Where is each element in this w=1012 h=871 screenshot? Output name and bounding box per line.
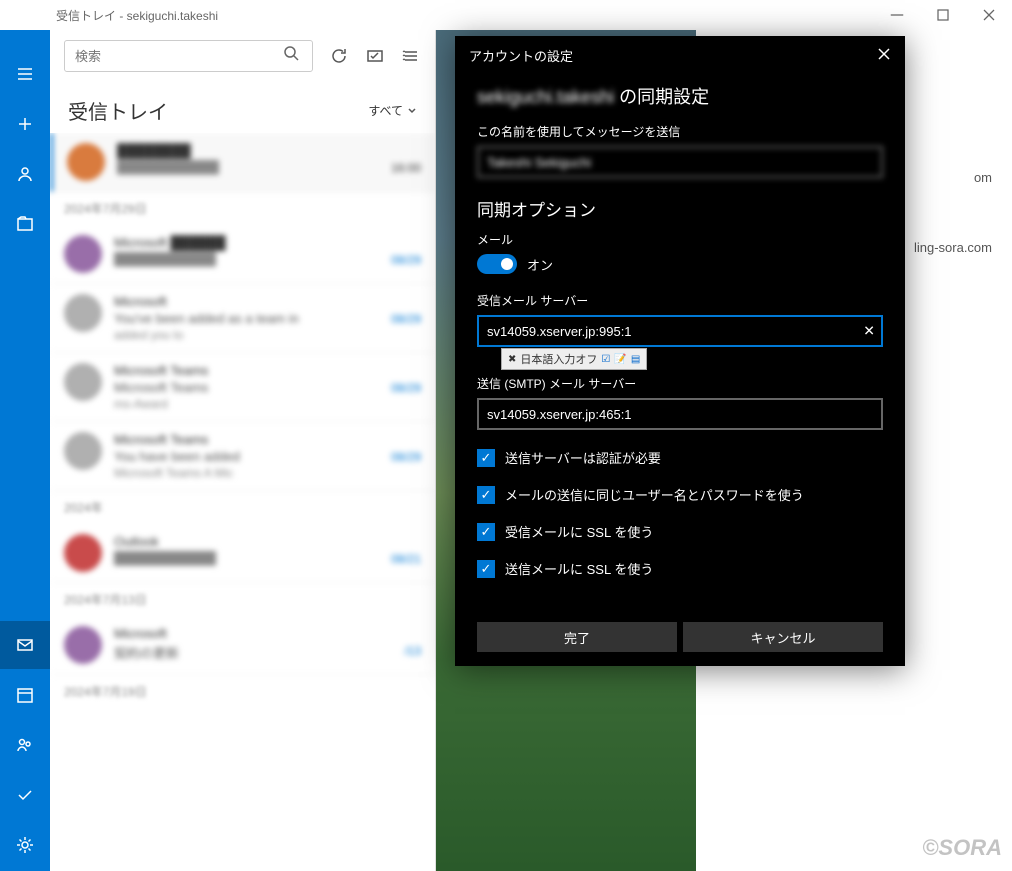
mail-item[interactable]: Outlook ████████████ 08/21 [50, 524, 435, 583]
incoming-server-input[interactable] [477, 315, 883, 347]
mail-date: /13 [404, 644, 421, 658]
refresh-icon[interactable] [329, 46, 349, 66]
check-outgoing-ssl[interactable]: ✓ 送信メールに SSL を使う [477, 559, 883, 578]
account-settings-dialog: アカウントの設定 sekiguchi.takeshi の同期設定 この名前を使用… [455, 36, 905, 666]
checkbox-icon: ✓ [477, 486, 495, 504]
sync-settings-title: sekiguchi.takeshi の同期設定 [477, 83, 883, 109]
mail-item[interactable]: Microsoft Teams Microsoft Teams ms-Award… [50, 353, 435, 422]
mail-items: ████████ ████████████ 16:00 2024年7月29日 M… [50, 133, 435, 871]
mail-toolbar [50, 30, 435, 82]
minimize-button[interactable] [874, 0, 920, 30]
menu-icon[interactable] [0, 50, 50, 98]
done-button[interactable]: 完了 [477, 622, 677, 652]
window-title: 受信トレイ - sekiguchi.takeshi [56, 7, 874, 24]
mail-date: 08/21 [391, 552, 421, 566]
cancel-button[interactable]: キャンセル [683, 622, 883, 652]
folder-title: 受信トレイ [68, 96, 368, 125]
date-header: 2024年7月13日 [50, 583, 435, 616]
toggle-state-label: オン [527, 255, 553, 274]
avatar [67, 143, 105, 181]
avatar [64, 534, 102, 572]
mail-item[interactable]: Microsoft 契約の更新 /13 [50, 616, 435, 675]
filter-dropdown[interactable]: すべて [368, 102, 417, 119]
check-label: 受信メールに SSL を使う [505, 522, 653, 541]
checkbox-icon: ✓ [477, 523, 495, 541]
ime-checkbox-icon: ☑ [601, 354, 610, 365]
display-name-input[interactable] [477, 146, 883, 178]
ime-x-icon: ✖ [508, 354, 516, 365]
dialog-buttons: 完了 キャンセル [455, 622, 905, 666]
mail-item[interactable]: Microsoft Teams You have been added Micr… [50, 422, 435, 491]
mail-date: 08/29 [391, 450, 421, 464]
incoming-server-label: 受信メール サーバー [477, 292, 883, 309]
mail-date: 08/29 [391, 253, 421, 267]
outgoing-server-input[interactable] [477, 398, 883, 430]
todo-icon[interactable] [0, 771, 50, 819]
preview-text: om [974, 170, 992, 185]
select-icon[interactable] [365, 46, 385, 66]
name-label: この名前を使用してメッセージを送信 [477, 123, 883, 140]
dialog-title: アカウントの設定 [469, 46, 877, 65]
ime-list-icon: ▤ [631, 354, 640, 365]
check-incoming-ssl[interactable]: ✓ 受信メールに SSL を使う [477, 522, 883, 541]
ime-note-icon: 📝 [614, 354, 626, 365]
check-label: メールの送信に同じユーザー名とパスワードを使う [505, 485, 804, 504]
checkbox-icon: ✓ [477, 449, 495, 467]
mail-date: 08/29 [391, 312, 421, 326]
checkbox-icon: ✓ [477, 560, 495, 578]
clear-input-icon[interactable]: ✕ [863, 323, 875, 340]
check-auth-required[interactable]: ✓ 送信サーバーは認証が必要 [477, 448, 883, 467]
search-box[interactable] [64, 40, 313, 72]
avatar [64, 294, 102, 332]
date-header: 2024年 [50, 491, 435, 524]
sidebar [0, 30, 50, 871]
preview-text: ling-sora.com [914, 240, 992, 255]
close-button[interactable] [966, 0, 1012, 30]
mail-toggle[interactable] [477, 254, 517, 274]
folder-header: 受信トレイ すべて [50, 82, 435, 133]
mail-date: 08/29 [391, 381, 421, 395]
mail-list-pane: 受信トレイ すべて ████████ ████████████ 16:00 20… [50, 30, 436, 871]
check-same-credentials[interactable]: ✓ メールの送信に同じユーザー名とパスワードを使う [477, 485, 883, 504]
mail-item[interactable]: ████████ ████████████ 16:00 [50, 133, 435, 192]
maximize-button[interactable] [920, 0, 966, 30]
settings-icon[interactable] [0, 821, 50, 869]
avatar [64, 432, 102, 470]
mail-toggle-row: オン [477, 254, 883, 274]
avatar [64, 626, 102, 664]
mail-label: メール [477, 231, 883, 248]
outgoing-server-label: 送信 (SMTP) メール サーバー [477, 375, 883, 392]
search-icon[interactable] [282, 44, 302, 69]
dialog-close-button[interactable] [877, 47, 891, 64]
chevron-down-icon [407, 106, 417, 116]
avatar [64, 235, 102, 273]
people-icon[interactable] [0, 721, 50, 769]
check-label: 送信サーバーは認証が必要 [505, 448, 661, 467]
ime-indicator: ✖ 日本語入力オフ ☑ 📝 ▤ [501, 348, 647, 370]
folders-icon[interactable] [0, 200, 50, 248]
check-label: 送信メールに SSL を使う [505, 559, 653, 578]
dialog-header: アカウントの設定 [455, 36, 905, 75]
mail-item[interactable]: Microsoft You've been added as a team in… [50, 284, 435, 353]
avatar [64, 363, 102, 401]
titlebar: 受信トレイ - sekiguchi.takeshi [0, 0, 1012, 30]
calendar-icon[interactable] [0, 671, 50, 719]
mail-time: 16:00 [391, 161, 421, 175]
mail-icon[interactable] [0, 621, 50, 669]
date-header: 2024年7月19日 [50, 675, 435, 708]
dialog-body: sekiguchi.takeshi の同期設定 この名前を使用してメッセージを送… [455, 75, 905, 622]
compose-icon[interactable] [0, 100, 50, 148]
watermark: ©SORA [922, 835, 1002, 861]
date-header: 2024年7月29日 [50, 192, 435, 225]
search-input[interactable] [75, 49, 282, 64]
window-controls [874, 0, 1012, 30]
sync-options-title: 同期オプション [477, 196, 883, 221]
ime-label: 日本語入力オフ [520, 351, 597, 367]
mail-item[interactable]: Microsoft ██████ ████████████ 08/29 [50, 225, 435, 284]
filter-icon[interactable] [401, 46, 421, 66]
accounts-icon[interactable] [0, 150, 50, 198]
